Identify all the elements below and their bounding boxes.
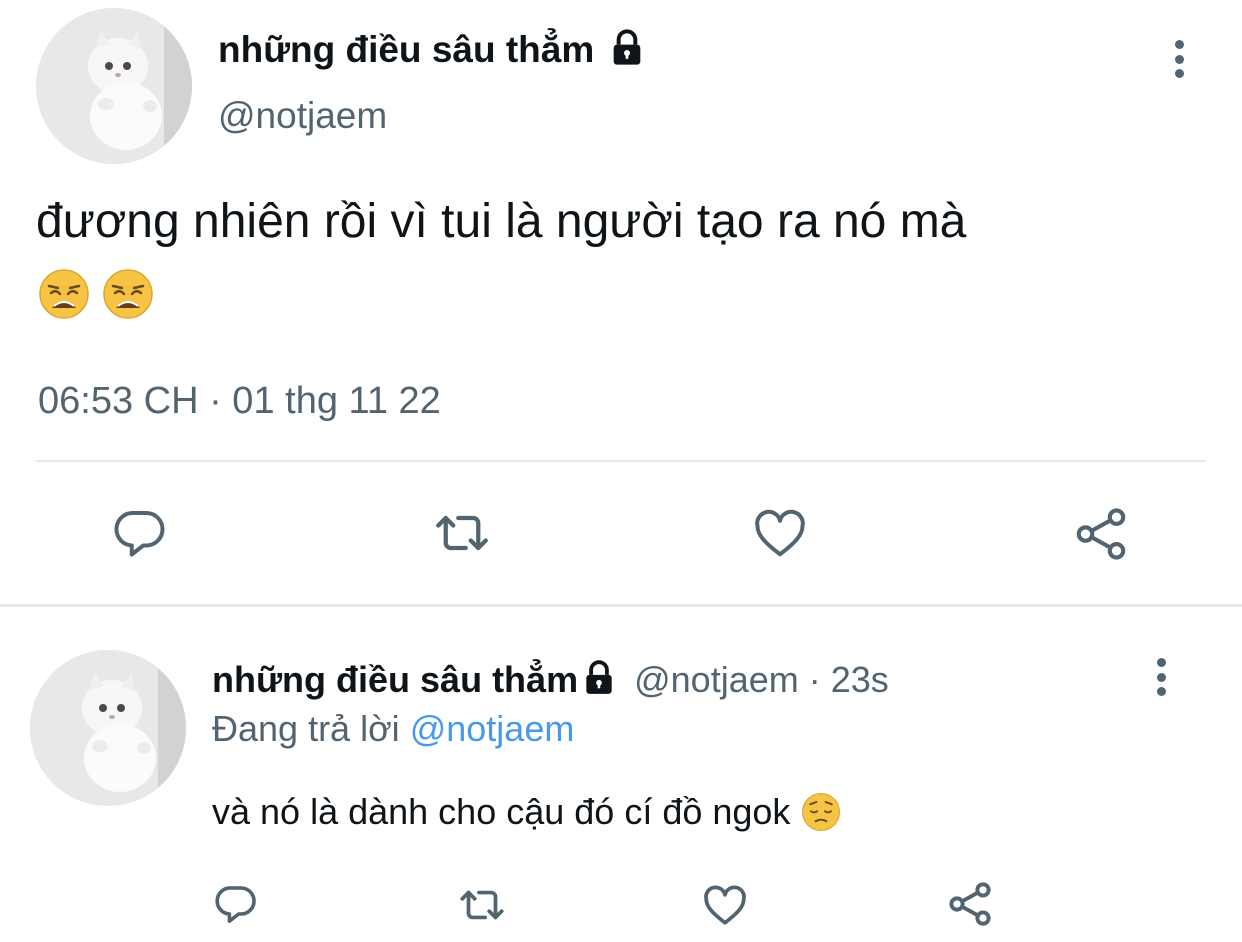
lock-icon: [613, 29, 640, 65]
cat-photo-icon: [30, 650, 186, 806]
retweet-button[interactable]: [428, 503, 496, 563]
reply-button[interactable]: [212, 880, 260, 928]
reply-display-name[interactable]: những điều sâu thẳm: [212, 659, 578, 700]
tweet-text: đương nhiên rồi vì tui là người tạo ra n…: [36, 195, 967, 248]
share-icon: [1076, 508, 1126, 560]
reply-icon: [114, 510, 165, 557]
reply-avatar[interactable]: [30, 650, 186, 806]
display-name-text: những điều sâu thẳm: [218, 29, 595, 70]
more-options-icon: [1174, 40, 1184, 49]
replying-to-link[interactable]: @notjaem: [410, 708, 575, 749]
reply-header: những điều sâu thẳm @notjaem · 23s: [212, 656, 889, 704]
retweet-button[interactable]: [454, 880, 510, 930]
more-options-icon: [1156, 658, 1166, 667]
reply-button[interactable]: [110, 503, 170, 563]
reply-user-handle[interactable]: @notjaem: [634, 659, 799, 700]
reply-more-options-button[interactable]: [1154, 658, 1168, 696]
avatar[interactable]: [36, 8, 192, 164]
like-icon: [755, 509, 805, 557]
weary-face-emoji: [39, 269, 89, 319]
share-icon: [949, 882, 991, 926]
reply-text-row: và nó là dành cho cậu đó cí đồ ngok: [212, 788, 841, 836]
divider: [36, 460, 1206, 462]
weary-face-emoji: [103, 269, 154, 319]
tweet-timestamp[interactable]: 06:53 CH · 01 thg 11 22: [38, 378, 441, 424]
reply-icon: [215, 886, 256, 923]
like-icon: [704, 885, 746, 925]
share-button[interactable]: [944, 878, 996, 930]
reply-time[interactable]: · 23s: [809, 659, 889, 700]
display-name[interactable]: những điều sâu thẳm: [218, 26, 647, 74]
retweet-icon: [436, 515, 488, 551]
tweet-emojis: [38, 268, 154, 322]
user-handle[interactable]: @notjaem: [218, 94, 387, 138]
like-button[interactable]: [700, 880, 750, 930]
pensive-face-emoji: [801, 792, 840, 832]
cat-photo-icon: [36, 8, 192, 164]
more-options-button[interactable]: [1172, 40, 1186, 78]
retweet-icon: [460, 890, 504, 920]
replying-to-label: Đang trả lời: [212, 708, 400, 749]
share-button[interactable]: [1070, 503, 1132, 565]
like-button[interactable]: [750, 503, 810, 563]
lock-icon: [586, 660, 612, 695]
reply-tweet-text: và nó là dành cho cậu đó cí đồ ngok: [212, 791, 791, 832]
replying-to: Đang trả lời @notjaem: [212, 706, 574, 752]
section-divider: [0, 604, 1242, 607]
